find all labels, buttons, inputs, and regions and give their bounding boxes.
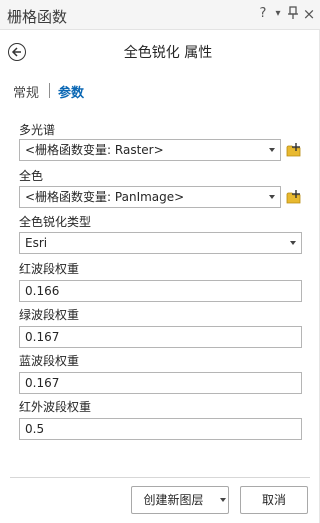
chevron-down-icon xyxy=(269,148,275,152)
pansharpen-type-label: 全色锐化类型 xyxy=(19,215,92,229)
panchromatic-label: 全色 xyxy=(19,169,44,183)
multispectral-value: <栅格函数变量: Raster> xyxy=(25,143,164,157)
red-weight-input[interactable]: 0.166 xyxy=(19,280,302,302)
panchromatic-value: <栅格函数变量: PanImage> xyxy=(25,190,185,204)
infrared-weight-label: 红外波段权重 xyxy=(19,400,92,414)
cancel-button[interactable]: 取消 xyxy=(240,486,308,514)
footer-divider xyxy=(10,477,310,478)
create-new-layer-label: 创建新图层 xyxy=(143,493,204,507)
pane-title: 栅格函数 xyxy=(7,8,68,26)
dialog-title: 全色锐化 属性 xyxy=(123,45,213,61)
pin-icon[interactable] xyxy=(286,6,300,22)
raster-functions-pane: 栅格函数 ? ▾ × 全色锐化 属性 常规 参数 多光谱 <栅格函数变量: Ra… xyxy=(0,0,320,523)
pansharpen-type-value: Esri xyxy=(25,236,48,250)
green-weight-label: 绿波段权重 xyxy=(19,308,80,322)
infrared-weight-input[interactable]: 0.5 xyxy=(19,418,302,440)
pane-title-bar: 栅格函数 ? ▾ × xyxy=(0,0,320,30)
green-weight-input[interactable]: 0.167 xyxy=(19,326,302,348)
create-new-layer-button[interactable]: 创建新图层 xyxy=(131,486,229,514)
tab-parameters[interactable]: 参数 xyxy=(58,82,84,101)
multispectral-dropdown[interactable]: <栅格函数变量: Raster> xyxy=(19,139,281,161)
close-icon[interactable]: × xyxy=(302,6,316,22)
multispectral-label: 多光谱 xyxy=(19,123,56,137)
pansharpen-type-dropdown[interactable]: Esri xyxy=(19,232,302,254)
chevron-down-icon xyxy=(290,241,296,245)
pane-menu-icon[interactable]: ▾ xyxy=(271,6,285,22)
tab-separator xyxy=(49,83,50,98)
chevron-down-icon[interactable] xyxy=(220,498,226,502)
red-weight-label: 红波段权重 xyxy=(19,262,80,276)
blue-weight-input[interactable]: 0.167 xyxy=(19,372,302,394)
add-folder-icon[interactable] xyxy=(286,142,302,158)
add-folder-icon[interactable] xyxy=(286,189,302,205)
tab-general[interactable]: 常规 xyxy=(13,82,39,101)
chevron-down-icon xyxy=(269,195,275,199)
help-icon[interactable]: ? xyxy=(256,6,270,22)
panchromatic-dropdown[interactable]: <栅格函数变量: PanImage> xyxy=(19,186,281,208)
blue-weight-label: 蓝波段权重 xyxy=(19,354,80,368)
